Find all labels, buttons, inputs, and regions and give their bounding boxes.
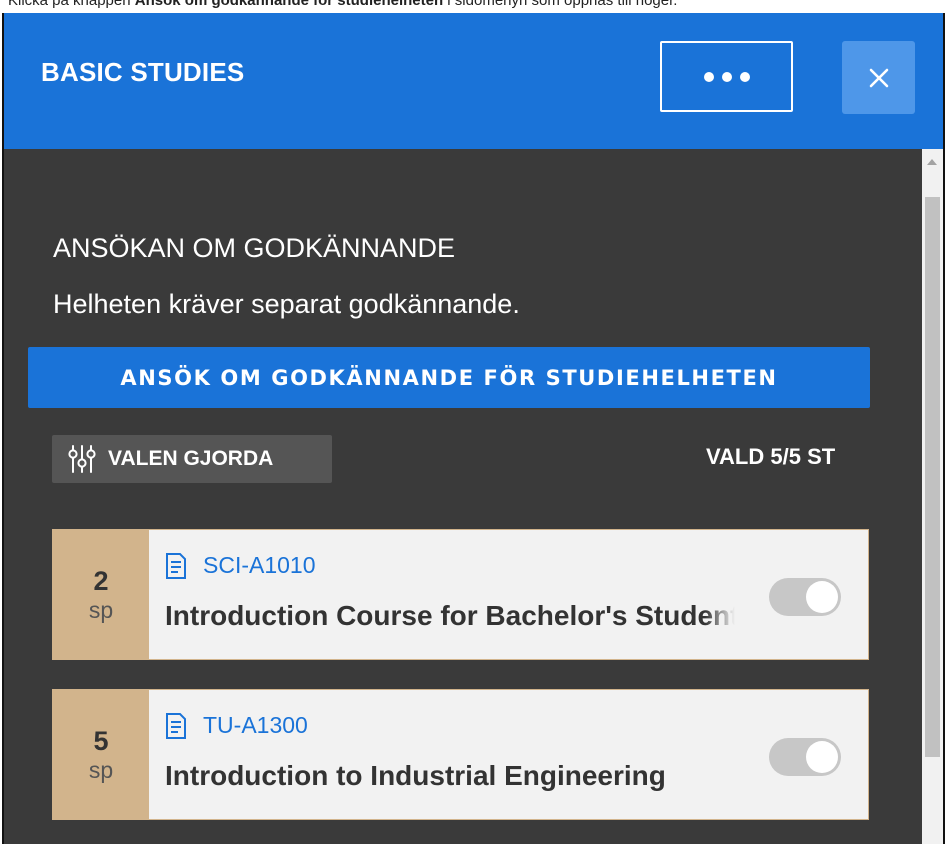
- panel-title: BASIC STUDIES: [41, 57, 245, 87]
- side-panel: BASIC STUDIES ANSÖKAN OM GODKÄNNANDE Hel…: [2, 13, 945, 844]
- close-button[interactable]: [842, 41, 915, 114]
- page: Klicka på knappen Ansök om godkännande f…: [0, 0, 945, 844]
- close-icon: [869, 68, 888, 87]
- course-card[interactable]: 2 sp SCI-A1010 Introduction Course for B…: [52, 529, 869, 660]
- credits-unit: sp: [88, 596, 114, 623]
- course-name: Introduction Course for Bachelor's Stude…: [165, 600, 735, 632]
- apply-approval-button[interactable]: ANSÖK OM GODKÄNNANDE FÖR STUDIEHELHETEN: [28, 347, 870, 408]
- panel-content: ANSÖKAN OM GODKÄNNANDE Helheten kräver s…: [4, 149, 922, 844]
- toggle-knob: [806, 741, 838, 773]
- course-code-row: TU-A1300: [165, 712, 308, 739]
- course-code[interactable]: SCI-A1010: [203, 552, 316, 579]
- credits-value: 5: [93, 725, 109, 756]
- course-code[interactable]: TU-A1300: [203, 712, 308, 739]
- scrollbar[interactable]: [922, 149, 943, 844]
- approval-heading: ANSÖKAN OM GODKÄNNANDE: [53, 233, 456, 263]
- course-select-toggle[interactable]: [769, 578, 841, 616]
- credits-badge: 5 sp: [53, 690, 149, 819]
- scrollbar-thumb[interactable]: [925, 197, 940, 757]
- caption-button-name: Ansök om godkännande för studiehelheten: [134, 0, 444, 9]
- ellipsis-icon: [703, 71, 750, 82]
- caption-suffix: i sidomenyn som öppnas till höger.: [443, 0, 678, 9]
- course-code-row: SCI-A1010: [165, 552, 316, 579]
- course-card[interactable]: 5 sp TU-A1300 Introduction to Industrial…: [52, 689, 869, 820]
- document-icon: [166, 712, 186, 739]
- selected-count: VALD 5/5 ST: [706, 444, 836, 469]
- more-options-button[interactable]: [660, 41, 793, 112]
- toggle-knob: [806, 581, 838, 613]
- document-icon: [166, 552, 186, 579]
- choices-made-label: VALEN GJORDA: [108, 447, 274, 470]
- credits-unit: sp: [88, 756, 114, 783]
- choices-made-button[interactable]: VALEN GJORDA: [52, 435, 332, 483]
- credits-badge: 2 sp: [53, 530, 149, 659]
- caption-prefix: Klicka på knappen: [8, 0, 135, 9]
- course-select-toggle[interactable]: [769, 738, 841, 776]
- instruction-caption: Klicka på knappen Ansök om godkännande f…: [8, 0, 677, 9]
- panel-header: BASIC STUDIES: [4, 13, 943, 149]
- scroll-up-arrow-icon[interactable]: [927, 159, 937, 165]
- credits-value: 2: [93, 565, 109, 596]
- sliders-icon: [68, 445, 96, 473]
- course-name: Introduction to Industrial Engineering: [165, 760, 735, 792]
- approval-description: Helheten kräver separat godkännande.: [53, 289, 520, 319]
